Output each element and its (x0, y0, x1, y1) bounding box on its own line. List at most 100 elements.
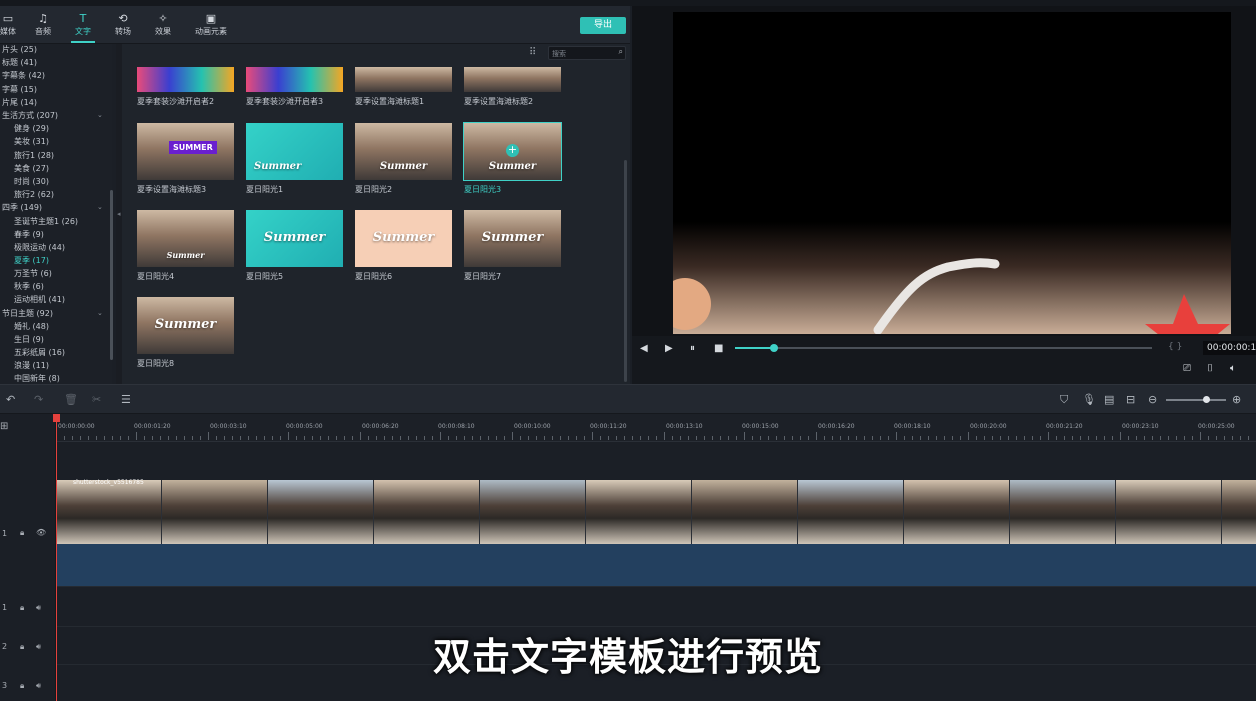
tab-media[interactable]: ▭ 媒体 (0, 12, 26, 37)
clip-frame (480, 480, 586, 544)
template-thumb[interactable]: Summer (137, 297, 234, 354)
sidebar-item[interactable]: 浪漫 (11) (14, 360, 49, 371)
stop-icon[interactable]: ■ (714, 343, 723, 354)
sidebar-group-seasons[interactable]: 四季 (149) (2, 202, 42, 213)
template-thumb[interactable]: Summer (464, 210, 561, 267)
sidebar-group-holidays[interactable]: 节日主题 (92) (2, 308, 53, 319)
tab-transitions[interactable]: ⟲ 转场 (105, 12, 141, 37)
sidebar-item[interactable]: 旅行1 (28) (14, 150, 54, 161)
add-icon[interactable]: + (506, 144, 519, 157)
collapse-arrow-icon[interactable]: ◂ (117, 210, 121, 218)
sidebar-item[interactable]: 春季 (9) (14, 229, 44, 240)
sidebar-item[interactable]: 健身 (29) (14, 123, 49, 134)
sidebar-group-lifestyle[interactable]: 生活方式 (207) (2, 110, 58, 121)
lock-icon[interactable]: 🔒︎ (20, 528, 24, 538)
zoom-handle[interactable] (1203, 396, 1210, 403)
sidebar-item[interactable]: 片尾 (14) (2, 97, 37, 108)
ruler-tick (704, 436, 705, 440)
step-back-icon[interactable]: ◀︎ (640, 343, 648, 354)
ruler-tick (664, 432, 665, 440)
speaker-icon[interactable]: 🔊︎ (36, 603, 41, 613)
template-thumb[interactable]: Summer (355, 210, 452, 267)
delete-icon[interactable]: 🗑︎ (64, 393, 78, 406)
add-track-icon[interactable]: ⊞ (0, 421, 8, 432)
sidebar-item[interactable]: 美食 (27) (14, 163, 49, 174)
sidebar-item[interactable]: 片头 (25) (2, 44, 37, 55)
sidebar-item[interactable]: 美妆 (31) (14, 136, 49, 147)
search-box[interactable]: ⌕ (548, 46, 626, 60)
template-label: 夏日阳光2 (355, 185, 393, 194)
lock-icon[interactable]: 🔒︎ (20, 681, 24, 691)
seek-handle[interactable] (770, 344, 778, 352)
tab-effects[interactable]: ✧ 效果 (145, 12, 181, 37)
chevron-down-icon[interactable]: ⌄ (97, 111, 103, 119)
microphone-icon[interactable]: 🎙︎ (1082, 393, 1096, 406)
export-button[interactable]: 导出 (580, 17, 626, 34)
volume-icon[interactable]: 🔈︎ (1230, 363, 1236, 374)
search-icon[interactable]: ⌕ (619, 47, 623, 57)
sidebar-item[interactable]: 圣诞节主题1 (26) (14, 216, 78, 227)
sidebar-item-summer[interactable]: 夏季 (17) (14, 255, 49, 266)
play-icon[interactable]: ▶︎ (665, 343, 673, 354)
audio-waveform-track[interactable] (56, 544, 1256, 586)
template-thumb-selected[interactable]: Summer + (463, 122, 562, 181)
sidebar-item[interactable]: 字幕条 (42) (2, 70, 45, 81)
zoom-out-icon[interactable]: ⊖ (1148, 393, 1157, 406)
fit-timeline-icon[interactable]: ⊟ (1126, 393, 1135, 406)
tab-text[interactable]: T 文字 (65, 12, 101, 43)
voiceover-icon[interactable]: ▤ (1104, 393, 1114, 406)
search-input[interactable] (552, 48, 612, 59)
chevron-down-icon[interactable]: ⌄ (97, 203, 103, 211)
grid-view-icon[interactable]: ⠿ (529, 47, 536, 58)
sidebar-item[interactable]: 万圣节 (6) (14, 268, 52, 279)
template-thumb[interactable]: Summer (355, 123, 452, 180)
pause-icon[interactable]: ⏸︎ (690, 343, 695, 354)
adjust-icon[interactable]: ☰ (121, 393, 131, 406)
sidebar-item[interactable]: 中国新年 (8) (14, 373, 60, 384)
ruler-tick (216, 436, 217, 440)
sidebar-item[interactable]: 五彩纸屑 (16) (14, 347, 65, 358)
zoom-in-icon[interactable]: ⊕ (1232, 393, 1241, 406)
snapshot-icon[interactable]: ⌷ (1207, 363, 1213, 374)
sidebar-scrollbar[interactable] (110, 190, 113, 360)
sidebar-item[interactable]: 婚礼 (48) (14, 321, 49, 332)
chevron-down-icon[interactable]: ⌄ (97, 309, 103, 317)
sidebar-item[interactable]: 秋季 (6) (14, 281, 44, 292)
sidebar-item[interactable]: 生日 (9) (14, 334, 44, 345)
video-clip[interactable] (56, 480, 1256, 544)
template-thumb[interactable]: Summer (137, 210, 234, 267)
ruler-tick (272, 436, 273, 440)
template-thumb[interactable] (137, 67, 234, 92)
tab-audio[interactable]: ♫ 音频 (25, 12, 61, 37)
cut-icon[interactable]: ✂︎ (92, 393, 101, 406)
sidebar-item[interactable]: 时尚 (30) (14, 176, 49, 187)
display-settings-icon[interactable]: ⎚ (1183, 363, 1191, 374)
template-thumb[interactable] (246, 67, 343, 92)
template-thumb[interactable]: SUMMER (137, 123, 234, 180)
template-thumb[interactable]: Summer (246, 123, 343, 180)
ruler-tick (544, 436, 545, 440)
zoom-slider[interactable] (1166, 399, 1226, 401)
sidebar-item[interactable]: 旅行2 (62) (14, 189, 54, 200)
ruler-label: 00:00:13:10 (666, 423, 703, 430)
speaker-icon[interactable]: 🔊︎ (36, 681, 41, 691)
lock-icon[interactable]: 🔒︎ (20, 603, 24, 613)
sidebar-item[interactable]: 标题 (41) (2, 57, 37, 68)
eye-icon[interactable]: 👁︎ (36, 528, 46, 537)
content-scrollbar[interactable] (624, 160, 627, 382)
sidebar-item[interactable]: 极限运动 (44) (14, 242, 65, 253)
sidebar-item[interactable]: 字幕 (15) (2, 84, 37, 95)
marker-icon[interactable]: ⛉ (1060, 393, 1068, 407)
in-out-marks-icon[interactable]: { } (1168, 342, 1182, 352)
playhead-handle[interactable] (53, 414, 60, 422)
undo-icon[interactable]: ↶ (6, 393, 15, 406)
template-thumb[interactable] (355, 67, 452, 92)
redo-icon[interactable]: ↷ (34, 393, 43, 406)
template-thumb[interactable]: Summer (246, 210, 343, 267)
sidebar-item[interactable]: 运动相机 (41) (14, 294, 65, 305)
template-thumb[interactable] (464, 67, 561, 92)
time-ruler[interactable]: 00:00:00:00 00:00:01:20 00:00:03:10 00:00:0… (56, 414, 1256, 442)
tab-elements[interactable]: ▣ 动画元素 (193, 12, 229, 37)
ruler-tick (688, 436, 689, 440)
seek-bar[interactable] (735, 347, 1152, 349)
